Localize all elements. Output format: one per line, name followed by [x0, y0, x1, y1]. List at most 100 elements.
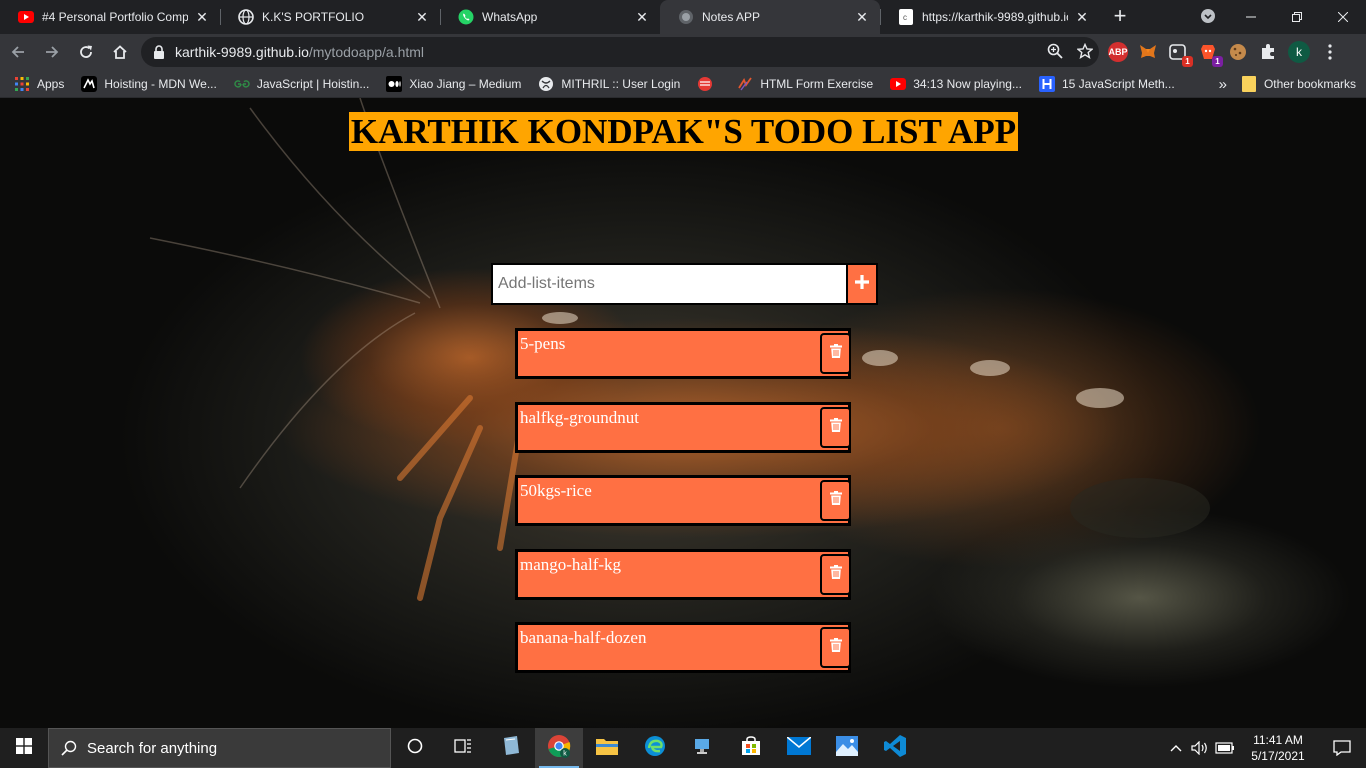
restore-button[interactable] [1274, 0, 1320, 34]
tab-whatsapp[interactable]: WhatsApp ✕ [440, 0, 660, 34]
pc-network-icon [692, 736, 714, 761]
taskbar-app-vscode[interactable] [871, 728, 919, 768]
windows-taskbar: Search for anything k 11:41 AM 5/17/2021 [0, 728, 1366, 768]
close-icon[interactable]: ✕ [854, 9, 870, 25]
page-icon: c [898, 9, 914, 25]
tab-title: K.K'S PORTFOLIO [262, 10, 365, 24]
battery-icon[interactable] [1212, 742, 1238, 754]
notifications-icon[interactable] [1318, 740, 1366, 756]
bookmark-label: 34:13 Now playing... [913, 76, 1022, 91]
chrome-icon: k [547, 734, 571, 763]
taskbar-clock[interactable]: 11:41 AM 5/17/2021 [1238, 732, 1318, 764]
bookmark-red-stripes[interactable] [697, 76, 720, 92]
taskbar-app-notebook[interactable] [487, 728, 535, 768]
delete-item-button[interactable] [820, 407, 851, 448]
url-path: /mytodoapp/a.html [308, 44, 425, 60]
minimize-button[interactable] [1228, 0, 1274, 34]
taskbar-app-chrome[interactable]: k [535, 728, 583, 768]
bookmark-js-methods[interactable]: 15 JavaScript Meth... [1038, 75, 1175, 92]
svg-text:k: k [563, 750, 567, 757]
profile-avatar[interactable]: k [1288, 41, 1310, 63]
bookmark-apps[interactable]: Apps [14, 76, 64, 92]
windows-logo-icon [16, 737, 32, 759]
taskbar-search-box[interactable]: Search for anything [48, 728, 391, 768]
tab-github-page[interactable]: c https://karthik-9989.github.io ✕ [880, 0, 1100, 34]
tab-youtube-portfolio[interactable]: #4 Personal Portfolio Complete ✕ [0, 0, 220, 34]
close-window-button[interactable] [1320, 0, 1366, 34]
home-button[interactable] [104, 36, 136, 68]
delete-item-button[interactable] [820, 333, 851, 374]
brave-lion-icon[interactable]: 1 [1198, 42, 1223, 67]
globe-icon [678, 9, 694, 25]
tab-title: Notes APP [702, 10, 761, 24]
bookmark-label: MITHRIL :: User Login [561, 76, 681, 91]
task-view-button[interactable] [439, 728, 487, 768]
extension-badge-icon[interactable]: 1 [1168, 42, 1193, 67]
taskbar-app-network[interactable] [679, 728, 727, 768]
back-button[interactable] [2, 36, 34, 68]
folder-icon [596, 737, 618, 760]
puzzle-icon[interactable] [1258, 42, 1278, 62]
apps-grid-icon [14, 76, 30, 92]
bookmark-html-form[interactable]: HTML Form Exercise [737, 76, 873, 92]
edge-icon [644, 735, 666, 762]
bookmark-youtube[interactable]: 34:13 Now playing... [890, 76, 1022, 92]
start-button[interactable] [0, 728, 48, 768]
tab-notes-app[interactable]: Notes APP ✕ [660, 0, 880, 34]
taskbar-app-edge[interactable] [631, 728, 679, 768]
new-tab-button[interactable]: + [1100, 0, 1140, 34]
todo-item-text: banana-half-dozen [520, 628, 647, 647]
todo-item: 50kgs-rice [515, 475, 851, 526]
bookmark-medium[interactable]: Xiao Jiang – Medium [386, 75, 522, 92]
cortana-button[interactable] [391, 728, 439, 768]
chevron-up-icon[interactable] [1164, 744, 1188, 752]
volume-icon[interactable] [1188, 741, 1212, 755]
forward-button[interactable] [36, 36, 68, 68]
page-viewport: KARTHIK KONDPAK"S TODO LIST APP 5-pens h… [0, 98, 1366, 728]
tab-kk-portfolio[interactable]: K.K'S PORTFOLIO ✕ [220, 0, 440, 34]
delete-item-button[interactable] [820, 554, 851, 595]
close-icon[interactable]: ✕ [194, 9, 210, 25]
tab-search-icon[interactable] [1188, 8, 1228, 27]
tab-title: WhatsApp [482, 10, 538, 24]
red-stripes-icon [697, 76, 713, 92]
close-icon[interactable]: ✕ [414, 9, 430, 25]
todo-item: banana-half-dozen [515, 622, 851, 673]
bookmark-mdn[interactable]: Hoisting - MDN We... [81, 75, 217, 92]
clock-date: 5/17/2021 [1251, 749, 1305, 763]
bookmark-mithril[interactable]: MITHRIL :: User Login [538, 76, 680, 92]
close-icon[interactable]: ✕ [1074, 9, 1090, 25]
tab-strip: #4 Personal Portfolio Complete ✕ K.K'S P… [0, 0, 1366, 34]
todo-item-text: halfkg-groundnut [520, 408, 639, 427]
tab-title: https://karthik-9989.github.io [922, 10, 1068, 24]
taskbar-app-store[interactable] [727, 728, 775, 768]
delete-item-button[interactable] [820, 480, 851, 521]
taskbar-app-mail[interactable] [775, 728, 823, 768]
adblock-plus-icon[interactable]: ABP [1108, 42, 1128, 62]
bookmark-label: Xiao Jiang – Medium [409, 76, 522, 91]
plus-icon [854, 274, 870, 295]
bookmark-gfg[interactable]: JavaScript | Hoistin... [234, 76, 369, 92]
cookie-icon[interactable] [1228, 42, 1248, 62]
reload-button[interactable] [70, 36, 102, 68]
mdn-icon [81, 75, 98, 92]
taskbar-search-placeholder: Search for anything [87, 739, 218, 757]
close-icon[interactable]: ✕ [634, 9, 650, 25]
star-icon[interactable] [1076, 42, 1094, 62]
add-item-input[interactable] [491, 263, 848, 305]
taskbar-app-photos[interactable] [823, 728, 871, 768]
trash-icon [829, 418, 842, 437]
zoom-icon[interactable] [1047, 43, 1063, 62]
metamask-icon[interactable] [1138, 42, 1158, 62]
bookmarks-overflow-button[interactable]: » [1219, 76, 1227, 93]
add-item-form [491, 263, 878, 305]
w3-icon [737, 76, 753, 92]
taskbar-app-file-explorer[interactable] [583, 728, 631, 768]
add-item-button[interactable] [846, 263, 878, 305]
globe-icon [238, 9, 254, 25]
other-bookmarks[interactable]: Other bookmarks [1241, 76, 1356, 92]
todo-item-text: 5-pens [520, 334, 566, 353]
address-bar[interactable]: karthik-9989.github.io/mytodoapp/a.html [141, 37, 1099, 67]
delete-item-button[interactable] [820, 627, 851, 668]
menu-kebab-icon[interactable] [1320, 42, 1340, 62]
